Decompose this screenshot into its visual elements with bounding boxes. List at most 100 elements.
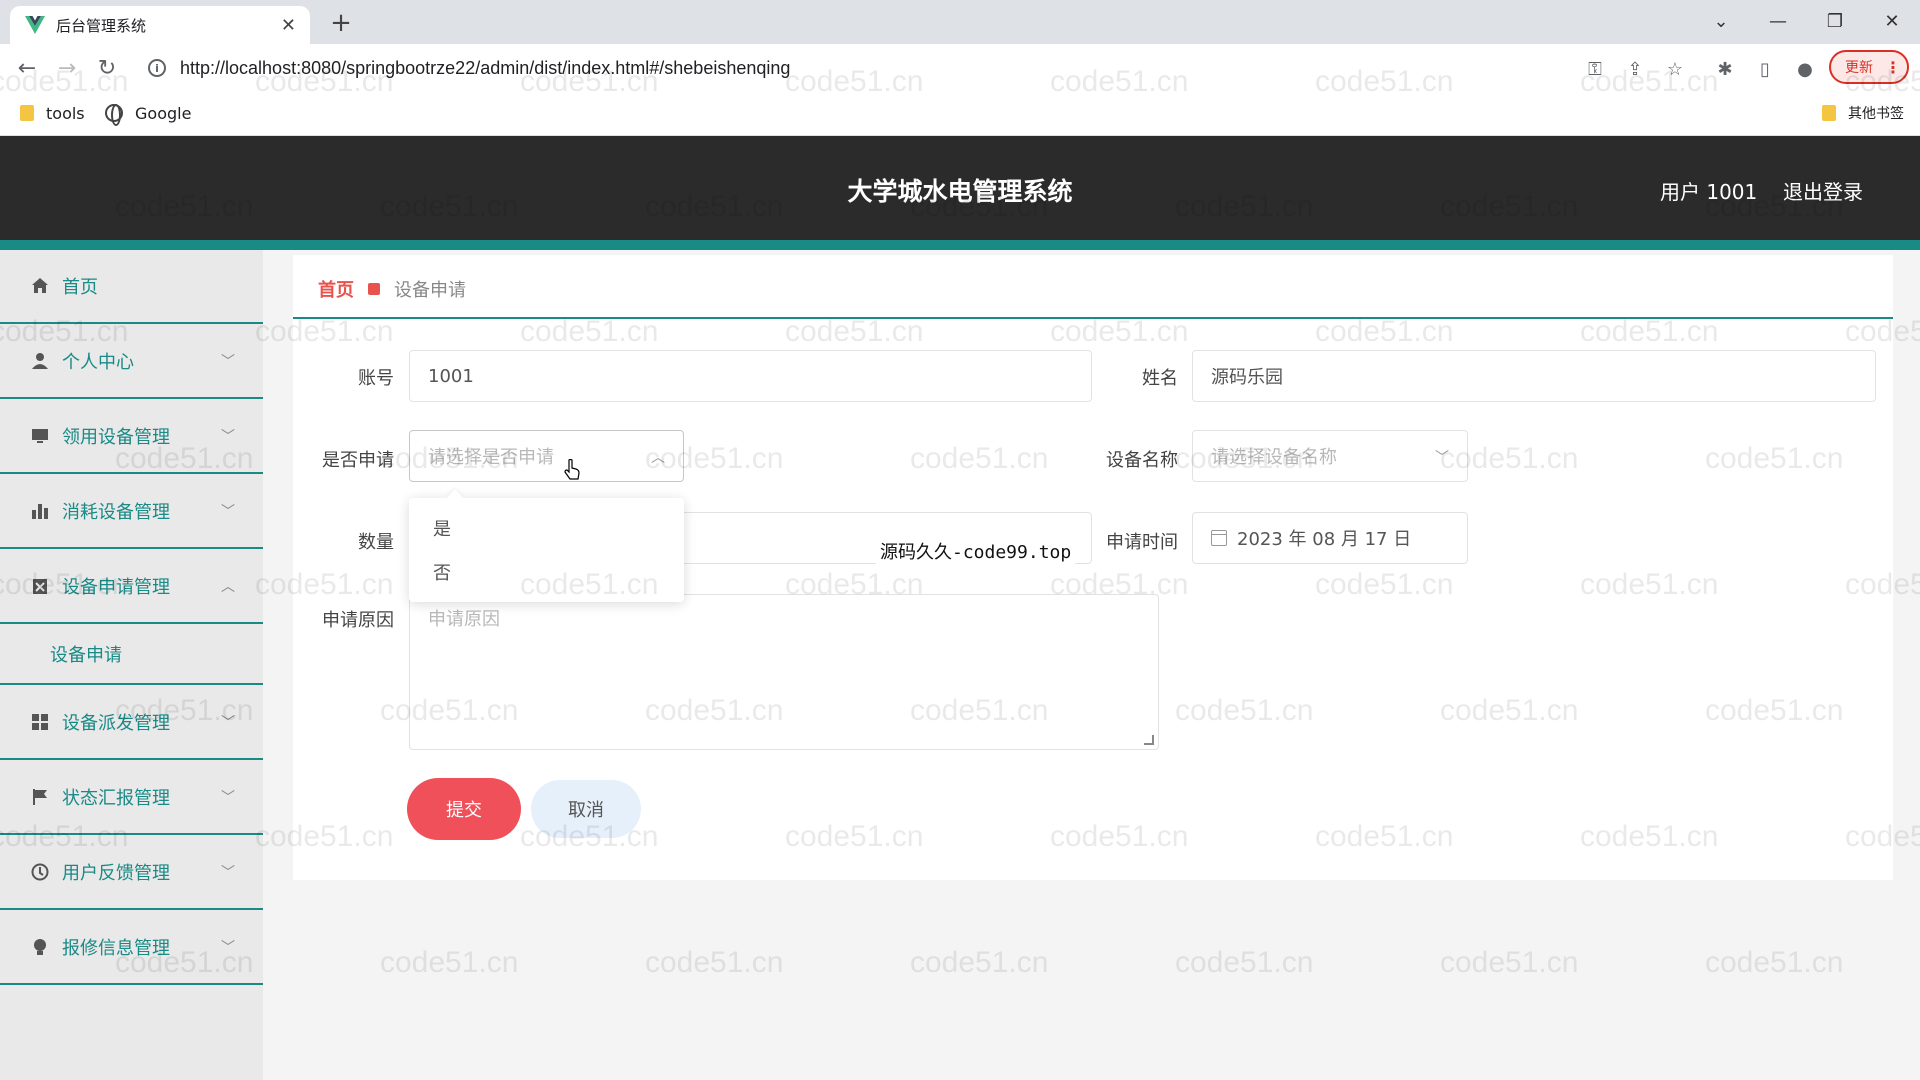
- flag-icon: [30, 787, 50, 807]
- sidebar-item-personal[interactable]: 个人中心 ﹀: [0, 325, 263, 399]
- sidebar-item-feedback[interactable]: 用户反馈管理 ﹀: [0, 836, 263, 910]
- side-panel-icon[interactable]: ▯: [1752, 56, 1778, 82]
- account-value: 1001: [428, 365, 474, 387]
- profile-icon[interactable]: ●: [1792, 56, 1818, 82]
- app-title: 大学城水电管理系统: [847, 177, 1073, 206]
- sidebar-item-device-use[interactable]: 领用设备管理 ﹀: [0, 400, 263, 474]
- reason-placeholder: 申请原因: [428, 609, 500, 630]
- watermark-text: code51.cn: [380, 946, 519, 979]
- sidebar-subitem-device-apply[interactable]: 设备申请: [0, 625, 263, 685]
- submit-button[interactable]: 提交: [409, 780, 519, 838]
- sidebar-item-home[interactable]: 首页: [0, 250, 263, 324]
- breadcrumb: 首页 设备申请: [318, 276, 466, 302]
- apply-dropdown: 是 否: [409, 498, 684, 602]
- user-icon: [30, 351, 50, 371]
- chevron-down-icon: ﹀: [1435, 450, 1449, 466]
- app-header: 大学城水电管理系统 用户 1001 退出登录: [0, 136, 1920, 240]
- url-text: http://localhost:8080/springbootrze22/ad…: [180, 57, 791, 78]
- share-icon[interactable]: ⇪: [1622, 56, 1648, 82]
- watermark-text: code51.cn: [645, 946, 784, 979]
- browser-toolbar: ← → ↻ i http://localhost:8080/springboot…: [0, 44, 1920, 92]
- sidebar-item-label: 首页: [62, 277, 98, 298]
- logout-link[interactable]: 退出登录: [1783, 176, 1863, 205]
- reason-label: 申请原因: [322, 610, 394, 631]
- star-icon[interactable]: ☆: [1662, 56, 1688, 82]
- bookmarks-bar: tools Google 其他书签: [0, 92, 1920, 136]
- update-label: 更新: [1845, 60, 1873, 76]
- chevron-down-icon: ﹀: [221, 354, 235, 370]
- minimize-icon[interactable]: —: [1755, 6, 1801, 36]
- tab-title: 后台管理系统: [56, 16, 147, 35]
- chevron-down-icon: ﹀: [221, 940, 235, 956]
- device-placeholder: 请选择设备名称: [1211, 447, 1337, 468]
- extensions-icon[interactable]: ✱: [1712, 56, 1738, 82]
- apply-option-yes[interactable]: 是: [409, 506, 684, 550]
- header-accent-bar: [0, 240, 1920, 250]
- name-input[interactable]: 源码乐园: [1192, 350, 1876, 402]
- hand-cursor-icon: [564, 459, 580, 480]
- sidebar-item-status-report[interactable]: 状态汇报管理 ﹀: [0, 761, 263, 835]
- more-icon: ⋮: [1885, 57, 1901, 77]
- apply-time-value: 2023 年 08 月 17 日: [1237, 529, 1412, 550]
- chevron-down-icon: ﹀: [221, 865, 235, 881]
- update-button[interactable]: 更新 ⋮: [1829, 50, 1909, 84]
- home-icon: [30, 276, 50, 296]
- browser-tab[interactable]: 后台管理系统 ✕: [10, 6, 310, 44]
- forward-icon[interactable]: →: [52, 54, 82, 82]
- user-label: 用户 1001: [1660, 180, 1758, 204]
- address-bar[interactable]: i http://localhost:8080/springbootrze22/…: [140, 50, 1595, 86]
- apply-select[interactable]: 请选择是否申请 ︿: [409, 430, 684, 482]
- calendar-icon: [1211, 530, 1227, 546]
- info-icon[interactable]: i: [148, 59, 166, 77]
- cancel-button[interactable]: 取消: [531, 780, 641, 838]
- back-icon[interactable]: ←: [12, 54, 42, 82]
- name-label: 姓名: [1142, 368, 1178, 389]
- sidebar-item-label: 报修信息管理: [62, 938, 170, 959]
- sidebar-item-label: 状态汇报管理: [62, 788, 170, 809]
- chevron-down-icon: ﹀: [221, 504, 235, 520]
- trash-icon: [30, 576, 50, 596]
- sidebar-item-label: 消耗设备管理: [62, 502, 170, 523]
- tab-search-icon[interactable]: ⌄: [1698, 6, 1744, 36]
- sidebar-item-device-apply[interactable]: 设备申请管理 ︿: [0, 550, 263, 624]
- key-icon[interactable]: ⚿: [1582, 56, 1608, 82]
- apply-placeholder: 请选择是否申请: [428, 447, 554, 468]
- sidebar: 首页 个人中心 ﹀ 领用设备管理 ﹀ 消耗设备管理 ﹀ 设备申请管理 ︿ 设备申…: [0, 250, 263, 1080]
- breadcrumb-divider: [293, 317, 1893, 319]
- close-tab-icon[interactable]: ✕: [281, 15, 296, 36]
- quantity-label: 数量: [358, 532, 394, 553]
- breadcrumb-separator-icon: [368, 283, 380, 295]
- sidebar-item-label: 设备申请管理: [62, 577, 170, 598]
- apply-time-input[interactable]: 2023 年 08 月 17 日: [1192, 512, 1468, 564]
- bookmark-label: Google: [135, 103, 192, 123]
- bookmark-google[interactable]: Google: [105, 100, 191, 126]
- bookmark-tools[interactable]: tools: [20, 100, 85, 126]
- close-window-icon[interactable]: ✕: [1869, 6, 1915, 36]
- sidebar-item-label: 设备派发管理: [62, 713, 170, 734]
- breadcrumb-home[interactable]: 首页: [318, 276, 354, 302]
- chevron-down-icon: ﹀: [221, 715, 235, 731]
- new-tab-icon[interactable]: +: [326, 8, 356, 38]
- resize-handle-icon[interactable]: [1144, 735, 1154, 745]
- bookmark-label: tools: [46, 103, 85, 123]
- reload-icon[interactable]: ↻: [92, 54, 122, 82]
- sidebar-item-label: 个人中心: [62, 352, 134, 373]
- browser-tab-strip: 后台管理系统 ✕ + ⌄ — ❐ ✕: [0, 0, 1920, 44]
- reason-textarea[interactable]: 申请原因: [409, 594, 1159, 750]
- sidebar-item-device-dispatch[interactable]: 设备派发管理 ﹀: [0, 686, 263, 760]
- bulb-icon: [30, 937, 50, 957]
- folder-icon: [20, 105, 34, 121]
- account-input[interactable]: 1001: [409, 350, 1092, 402]
- breadcrumb-current: 设备申请: [394, 280, 466, 301]
- sidebar-item-consumable[interactable]: 消耗设备管理 ﹀: [0, 475, 263, 549]
- device-select[interactable]: 请选择设备名称 ﹀: [1192, 430, 1468, 482]
- other-bookmarks-label: 其他书签: [1848, 106, 1904, 122]
- other-bookmarks[interactable]: 其他书签: [1822, 100, 1904, 126]
- watermark-text: code51.cn: [1175, 946, 1314, 979]
- restore-icon[interactable]: ❐: [1812, 6, 1858, 36]
- sidebar-item-repair[interactable]: 报修信息管理 ﹀: [0, 911, 263, 985]
- submenu-label: 设备申请: [50, 645, 122, 666]
- apply-option-no[interactable]: 否: [409, 550, 684, 594]
- watermark-text: code51.cn: [1440, 946, 1579, 979]
- watermark-text: code51.cn: [910, 946, 1049, 979]
